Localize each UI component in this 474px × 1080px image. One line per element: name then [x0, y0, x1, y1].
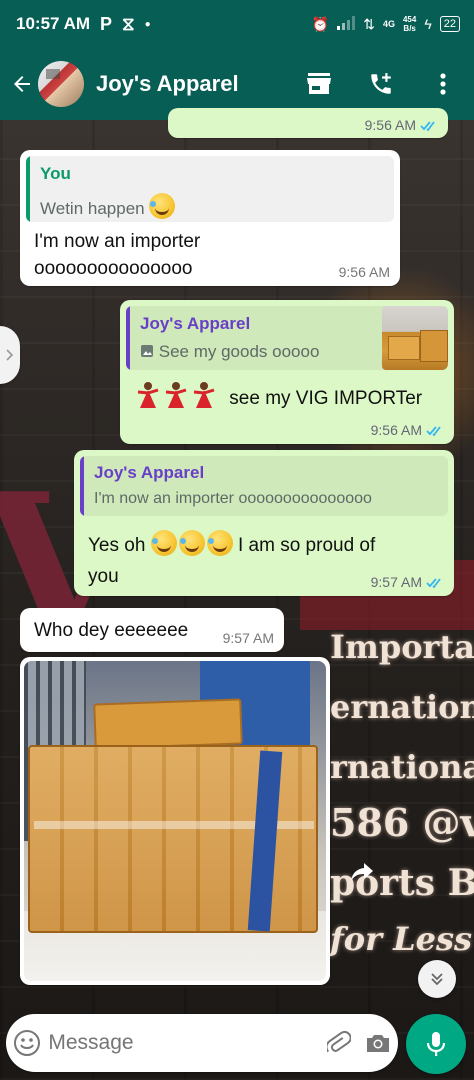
- image-icon: [141, 345, 153, 357]
- message-meta: 9:57 AM: [223, 630, 274, 646]
- net-speed-value: 454: [402, 15, 417, 24]
- quoted-image-thumbnail: [382, 306, 448, 370]
- forward-icon: [351, 863, 373, 881]
- back-button[interactable]: [2, 48, 42, 120]
- network-type: 4G: [382, 19, 395, 29]
- quote-author: Joy's Apparel: [94, 463, 205, 482]
- image-message[interactable]: [20, 657, 330, 985]
- message-time: 9:56 AM: [338, 264, 390, 280]
- laughing-emoji-icon: [150, 530, 177, 556]
- laughing-emoji-icon: [178, 530, 205, 556]
- more-vert-icon: [440, 73, 446, 95]
- message-line: see my VIG IMPORTer: [229, 388, 423, 409]
- camera-button[interactable]: [359, 1014, 398, 1072]
- read-ticks-icon: [426, 425, 441, 436]
- store-icon: [307, 73, 331, 94]
- message-text: I'm now an importer ooooooooooooooo: [34, 228, 200, 282]
- dancer-emoji-icon: [193, 382, 215, 408]
- dot-icon: ●: [144, 18, 151, 30]
- message-line: ooooooooooooooo: [34, 258, 193, 279]
- quoted-message[interactable]: You Wetin happen: [26, 156, 394, 222]
- read-ticks-icon: [426, 577, 441, 588]
- alarm-icon: ⏰: [311, 15, 330, 32]
- net-speed: 454 B/s: [403, 15, 416, 33]
- camera-icon: [367, 1035, 390, 1052]
- mic-icon: [426, 1032, 446, 1056]
- message-time: 9:57 AM: [222, 630, 274, 646]
- data-arrows-icon: ⇅: [363, 15, 375, 32]
- parking-app-icon: P: [100, 13, 113, 34]
- message-bubble-outgoing[interactable]: Joy's Apparel See my goods ooooo see my …: [120, 300, 454, 444]
- charging-icon: ϟ: [424, 16, 432, 32]
- message-line: I'm now an importer: [34, 231, 201, 252]
- attach-button[interactable]: [319, 1014, 358, 1072]
- battery-indicator: 22: [439, 16, 460, 32]
- paperclip-icon: [327, 1030, 351, 1053]
- status-time: 10:57 AM: [16, 14, 91, 33]
- message-meta: 9:57 AM: [371, 574, 444, 590]
- dancer-emoji-icon: [165, 382, 187, 408]
- quote-text-content: Wetin happen: [40, 199, 145, 218]
- scroll-to-bottom-button[interactable]: [418, 960, 456, 998]
- message-line: you: [88, 566, 119, 587]
- emoji-button[interactable]: [6, 1014, 48, 1072]
- message-meta: 9:56 AM: [365, 117, 438, 133]
- double-chevron-down-icon: [431, 973, 443, 986]
- add-call-icon: [371, 73, 391, 94]
- laughing-emoji-icon: [206, 530, 233, 556]
- message-time: 9:56 AM: [364, 117, 416, 133]
- quote-text-content: See my goods ooooo: [158, 342, 320, 361]
- quote-author: Joy's Apparel: [140, 314, 251, 333]
- message-input[interactable]: [48, 1031, 320, 1055]
- message-meta: 9:56 AM: [339, 264, 390, 280]
- read-ticks-icon: [420, 120, 435, 131]
- message-bubble-incoming[interactable]: Who dey eeeeeee 9:57 AM: [20, 608, 284, 652]
- message-text: Who dey eeeeeee: [34, 620, 189, 641]
- forward-button[interactable]: [342, 852, 382, 892]
- net-speed-unit: B/s: [403, 24, 416, 33]
- message-line: Yes oh: [88, 535, 146, 556]
- message-text: Yes oh I am so proud of you: [88, 530, 418, 590]
- message-bubble-outgoing[interactable]: 9:56 AM: [168, 108, 448, 138]
- chevron-right-icon: [6, 349, 14, 361]
- message-time: 9:56 AM: [370, 422, 422, 438]
- message-text: see my VIG IMPORTer: [134, 380, 422, 412]
- message-line: I am so proud of: [237, 535, 376, 556]
- signal-icon: [337, 15, 356, 33]
- laughing-emoji-icon: [149, 193, 176, 219]
- avatar[interactable]: [38, 61, 84, 107]
- quote-text: I'm now an importer ooooooooooooooo: [94, 490, 372, 507]
- emoji-icon: [14, 1030, 41, 1056]
- voice-message-button[interactable]: [406, 1014, 466, 1074]
- dancer-emoji-icon: [137, 382, 159, 408]
- message-composer: [6, 1014, 398, 1072]
- message-bubble-outgoing[interactable]: Joy's Apparel I'm now an importer oooooo…: [74, 450, 454, 596]
- hourglass-icon: ⧖: [122, 13, 135, 34]
- message-bubble-incoming[interactable]: You Wetin happen I'm now an importer ooo…: [20, 150, 400, 286]
- arrow-back-icon: [14, 76, 30, 92]
- quoted-message[interactable]: Joy's Apparel See my goods ooooo: [126, 306, 448, 370]
- contact-name[interactable]: Joy's Apparel: [96, 71, 239, 97]
- photo-of-packed-cartons[interactable]: [24, 661, 326, 981]
- quote-author: You: [40, 164, 71, 183]
- quoted-message[interactable]: Joy's Apparel I'm now an importer oooooo…: [80, 456, 448, 516]
- status-bar: 10:57 AM P ⧖ ● ⏰ ⇅ 4G 454 B/s ϟ 22: [0, 0, 474, 48]
- quote-text: Wetin happen: [40, 193, 176, 219]
- message-meta: 9:56 AM: [371, 422, 444, 438]
- message-time: 9:57 AM: [370, 574, 422, 590]
- quote-text: See my goods ooooo: [140, 342, 319, 362]
